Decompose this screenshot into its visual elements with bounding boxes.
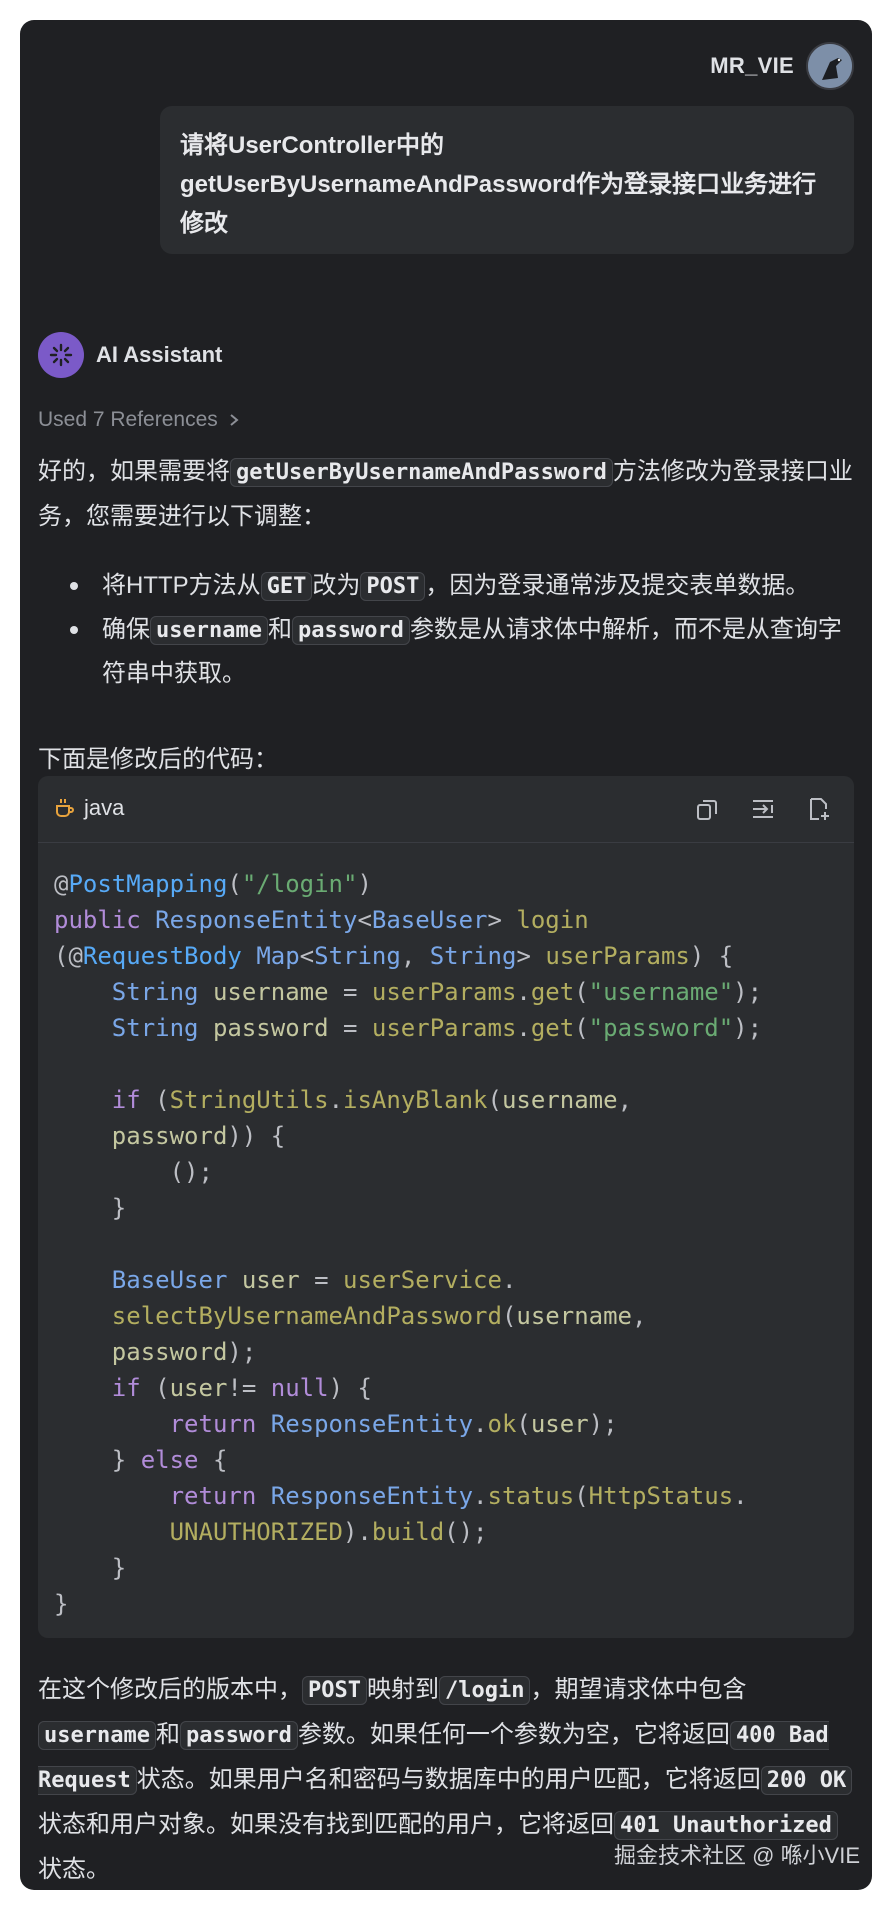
intro-text-a: 好的，如果需要将	[38, 458, 230, 485]
code-line: selectByUsernameAndPassword(username,	[111, 1302, 647, 1330]
inline-code: password	[291, 616, 410, 645]
code-line: }	[54, 1554, 127, 1582]
inline-code: password	[179, 1721, 298, 1750]
chat-panel: MR_VIE 请将UserController中的getUserByUserna…	[20, 20, 872, 1890]
coffee-cup-icon	[56, 799, 74, 817]
code-line: if (StringUtils.isAnyBlank(username,	[111, 1086, 633, 1114]
inline-code: getUserByUsernameAndPassword	[230, 458, 613, 487]
code-line: String password = userParams.get("passwo…	[111, 1014, 763, 1042]
code-line: }	[54, 1194, 127, 1222]
user-name: MR_VIE	[710, 53, 794, 78]
code-line: }	[54, 1590, 69, 1618]
copy-icon[interactable]	[694, 796, 720, 822]
inline-code: POST	[302, 1676, 367, 1705]
code-line: ();	[54, 1158, 213, 1186]
ai-assistant-icon	[38, 332, 84, 378]
code-line: return ResponseEntity.status(HttpStatus.	[169, 1482, 748, 1510]
inline-code: 401 Unauthorized	[614, 1811, 838, 1840]
code-line: password);	[111, 1338, 257, 1366]
code-line: (@RequestBody Map<String, String> userPa…	[54, 942, 734, 970]
references-label: Used 7 References	[38, 408, 218, 431]
code-content: @PostMapping("/login") public ResponseEn…	[54, 866, 762, 1622]
references-toggle[interactable]: Used 7 References	[38, 408, 240, 432]
new-file-icon[interactable]	[806, 796, 832, 822]
code-line: public ResponseEntity<BaseUser> login	[54, 906, 589, 934]
code-language-label: java	[84, 795, 125, 820]
code-line: String username = userParams.get("userna…	[111, 978, 763, 1006]
inline-code: username	[150, 616, 268, 645]
code-actions	[694, 796, 832, 822]
list-item: 确保 username 和 password 参数是从请求体中解析，而不是从查询字符串中…	[60, 608, 860, 695]
assistant-header: AI Assistant	[38, 332, 222, 378]
code-line: BaseUser user = userService.	[111, 1266, 517, 1294]
inline-code: username	[38, 1721, 156, 1750]
code-block-header: java	[38, 776, 854, 843]
watermark: 掘金技术社区 @ 喺小VIE	[613, 1843, 860, 1868]
code-line: UNAUTHORIZED).build();	[169, 1518, 488, 1546]
list-item: 将HTTP方法从 GET 改为 POST ，因为登录通常涉及提交表单数据。	[60, 564, 860, 608]
code-block: java @PostMapping("/login") public Respo…	[38, 776, 854, 1638]
code-line: @PostMapping("/login")	[54, 870, 372, 898]
user-message-bubble: 请将UserController中的getUserByUsernameAndPa…	[160, 106, 854, 254]
code-line: password)) {	[111, 1122, 286, 1150]
code-line: } else {	[54, 1446, 228, 1474]
inline-code: GET	[260, 572, 313, 601]
inline-code: 200 OK	[760, 1766, 853, 1795]
assistant-name: AI Assistant	[96, 342, 223, 367]
bird-avatar-icon	[808, 44, 852, 88]
code-line: return ResponseEntity.ok(user);	[169, 1410, 618, 1438]
change-list: 将HTTP方法从 GET 改为 POST ，因为登录通常涉及提交表单数据。 确保 user…	[60, 564, 860, 695]
user-header: MR_VIE	[710, 42, 854, 90]
insert-at-caret-icon[interactable]	[750, 796, 776, 822]
chevron-right-icon	[230, 414, 239, 426]
code-language: java	[54, 795, 124, 821]
assistant-intro: 好的，如果需要将 getUserByUsernameAndPassword 方法修改…	[38, 450, 858, 539]
code-line: if (user!= null) {	[111, 1374, 372, 1402]
inline-code: /login	[438, 1676, 531, 1705]
user-avatar[interactable]	[806, 42, 854, 90]
inline-code: POST	[360, 572, 426, 601]
